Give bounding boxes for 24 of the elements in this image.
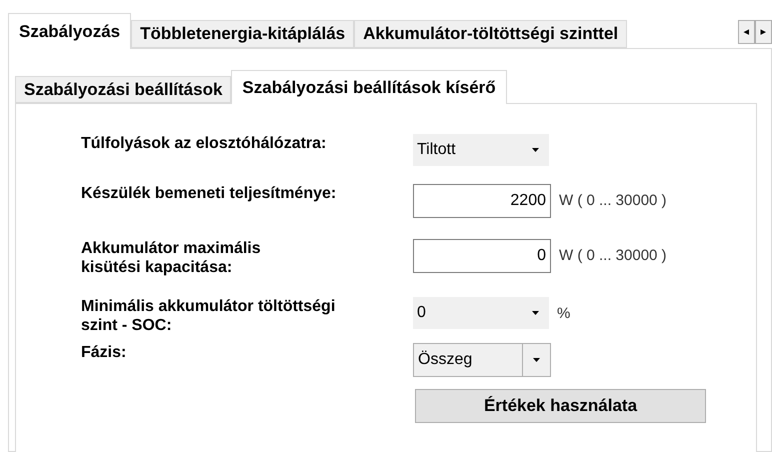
tab[interactable]: Szabályozási beállítások [15, 76, 232, 103]
field-label: Minimális akkumulátor töltöttségi szint - SOC: [81, 297, 336, 335]
caret-icon [532, 311, 539, 315]
unit-label: % [557, 304, 570, 324]
caret-icon [532, 148, 539, 152]
apply-button[interactable]: Értékek használata [415, 389, 706, 423]
tab[interactable]: Akkumulátor-töltöttségi szinttel [354, 20, 628, 48]
field-label: Készülék bemeneti teljesítménye: [81, 184, 338, 203]
number-field[interactable]: 0 [413, 239, 551, 273]
dropdown[interactable]: 0 [413, 297, 549, 329]
dropdown[interactable]: Tiltott [413, 134, 549, 166]
field-label: Túlfolyások az elosztóhálózatra: [81, 134, 328, 153]
caret-icon [533, 358, 540, 362]
tab[interactable]: Többletenergia-kitáplálás [131, 20, 354, 48]
tab-scroll-button[interactable]: ▸ [755, 20, 772, 44]
tab[interactable]: Szabályozás [8, 13, 132, 49]
number-field[interactable]: 2200 [413, 184, 551, 218]
unit-label: W ( 0 ... 30000 ) [559, 191, 667, 211]
tab[interactable]: Szabályozási beállítások kísérő [231, 70, 507, 104]
field-label: Fázis: [81, 343, 128, 362]
tab-scroll-button[interactable]: ◂ [738, 20, 755, 44]
unit-label: W ( 0 ... 30000 ) [559, 246, 667, 266]
dropdown[interactable]: Összeg [413, 343, 551, 377]
field-label: Akkumulátor maximális kisütési kapacitása: [81, 239, 262, 277]
